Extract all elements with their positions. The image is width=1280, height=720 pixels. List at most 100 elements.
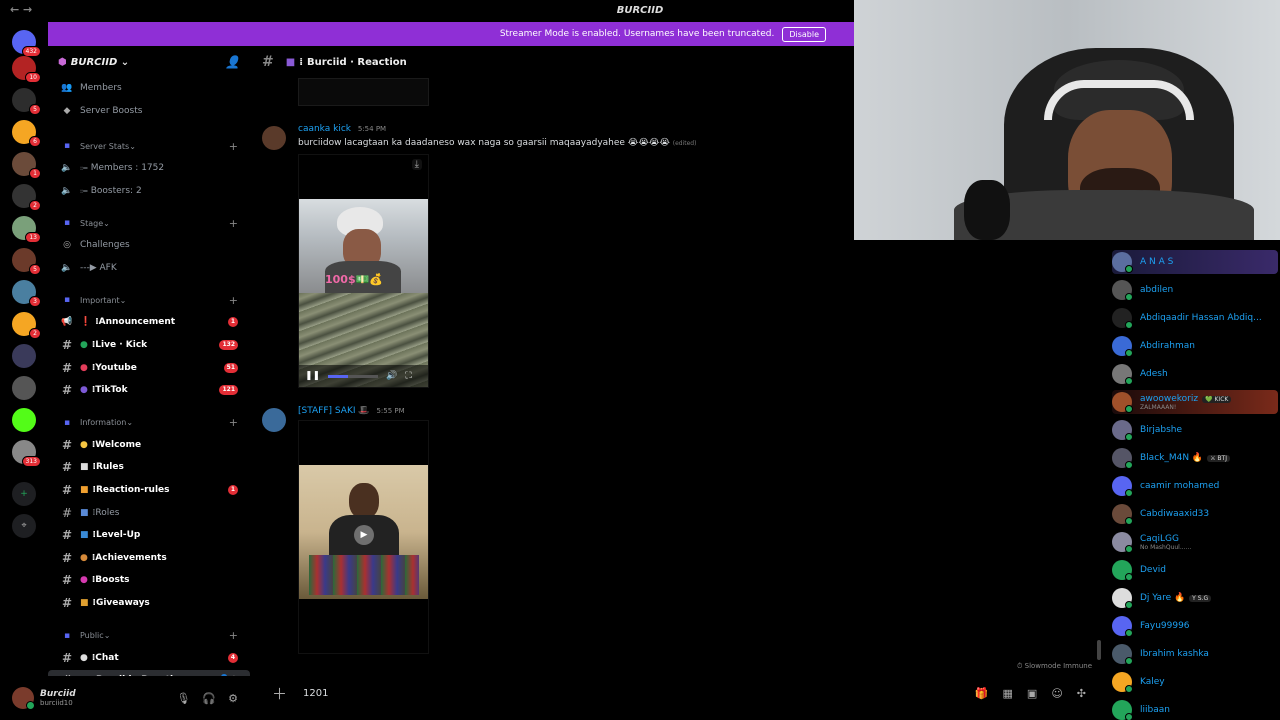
channel-chat[interactable]: # ● ⁞ Chat 4 [48,648,250,668]
category-stage[interactable]: ▪ Stage ⌄ + [48,213,250,233]
channel-youtube[interactable]: # ● ⁞ Youtube 51 [48,358,250,378]
member-item[interactable]: Fayu99996 [1112,614,1278,638]
server-name-header[interactable]: ⬢ BURCIID ⌄ 👤 [48,46,250,78]
server-icon-3[interactable]: 5 [12,88,41,115]
category-important[interactable]: ▪ Important ⌄ + [48,290,250,310]
channel-welcome[interactable]: # ● ⁞ Welcome [48,435,250,455]
channel-boosters-2[interactable]: 🔈 ⩴ Boosters: 2 [48,181,250,201]
channel-members-1752[interactable]: 🔈 ⩴ Members : 1752 [48,158,250,178]
channel-announcement[interactable]: 📢 ❗ ⁞ Announcement 1 [48,312,250,332]
member-item[interactable]: liibaan [1112,698,1278,720]
member-name: Black_M4N 🔥 [1140,453,1204,463]
emoji-icon[interactable]: ☺ [1051,687,1062,700]
channel-emoji-icon: ■ [80,462,89,473]
member-item[interactable]: abdilen [1112,278,1278,302]
disable-button[interactable]: Disable [782,26,826,42]
microphones [309,555,419,595]
member-item[interactable]: Abdiqaadir Hassan Abdiq... [1112,306,1278,330]
server-icon-8[interactable]: 5 [12,248,41,275]
add-server-icon[interactable]: + [12,482,36,506]
member-item[interactable]: caamir mohamed [1112,474,1278,498]
member-item[interactable]: Adesh [1112,362,1278,386]
sticker-icon[interactable]: ▣ [1027,687,1037,700]
server-icon-2[interactable]: 10 [12,56,41,83]
member-item[interactable]: awoowekoriz 💚 KICK ZALMAAAN! [1112,390,1278,414]
sidebar-item-members[interactable]: 👥 Members [48,78,250,98]
server-icon-7[interactable]: 13 [12,216,41,243]
category-public[interactable]: ▪ Public ⌄ + [48,626,250,646]
invite-icon[interactable]: 👤 [225,55,240,69]
category-label: Stage [80,218,104,228]
member-item[interactable]: Abdirahman [1112,334,1278,358]
server-icon-4[interactable]: 6 [12,120,41,147]
server-icon-14[interactable]: 313 [12,440,41,467]
play-icon[interactable]: ▶ [354,525,374,545]
channel-giveaways[interactable]: # ■ ⁞ Giveaways [48,593,250,613]
member-item[interactable]: Black_M4N 🔥 ⚔ BTJ [1112,446,1278,470]
channel-challenges[interactable]: ◎ Challenges [48,235,250,255]
channel-reaction-rules[interactable]: # ■ ⁞ Reaction-rules 1 [48,480,250,500]
fullscreen-icon[interactable]: ⛶ [405,371,411,381]
video-player[interactable]: ▶ [298,420,429,654]
server-icon-9[interactable]: 3 [12,280,41,307]
channel-afk[interactable]: 🔈 ---▶ AFK [48,258,250,278]
attach-icon[interactable]: ＋ [272,683,287,704]
chat-scrollbar[interactable] [1097,640,1101,660]
member-item[interactable]: Birjabshe [1112,418,1278,442]
gif-icon[interactable]: ▦ [1003,687,1013,700]
server-icon-12[interactable] [12,376,36,400]
channel-boosts[interactable]: # ● ⁞ Boosts [48,570,250,590]
video-player[interactable]: ⤓ 100$💵💰 ❚❚ 🔊 ⛶ [298,154,429,388]
add-channel-icon[interactable]: + [229,217,238,230]
channel-tiktok[interactable]: # ● ⁞ TikTok 121 [48,380,250,400]
microphone-icon[interactable]: 🎙 [176,692,190,705]
message-avatar[interactable] [262,408,286,432]
member-item[interactable]: Kaley [1112,670,1278,694]
explore-icon[interactable]: ⌖ [12,514,36,538]
video-progress[interactable] [328,374,379,378]
add-channel-icon[interactable]: + [229,629,238,642]
member-item[interactable]: CaqiLGG No MashQuul...... [1112,530,1278,554]
channel-level-up[interactable]: # ■ ⁞ Level-Up [48,525,250,545]
server-icon-6[interactable]: 2 [12,184,41,211]
add-channel-icon[interactable]: + [229,416,238,429]
member-name: liibaan [1140,705,1170,715]
channel-label: Roles [95,507,120,518]
hash-icon: # [262,54,274,70]
member-item[interactable]: Cabdiwaaxid33 [1112,502,1278,526]
server-icon-1[interactable]: 432 [12,30,41,57]
headphones-icon[interactable]: 🎧 [202,692,216,705]
channel-live-kick[interactable]: # ● ⁞ Live · Kick 132 [48,335,250,355]
server-badge-icon: ⬢ [58,56,67,68]
add-channel-icon[interactable]: + [229,140,238,153]
server-icon-13[interactable] [12,408,36,432]
channel-rules[interactable]: # ■ ⁞ Rules [48,457,250,477]
gift-icon[interactable]: 🎁 [975,687,989,700]
server-badge: 2 [29,200,41,211]
member-item[interactable]: Dj Yare 🔥 Y S.G [1112,586,1278,610]
message-composer[interactable]: ＋ 1201 🎁 ▦ ▣ ☺ ✣ [262,676,1096,710]
message-avatar[interactable] [262,126,286,150]
volume-icon[interactable]: 🔊 [386,371,397,381]
sidebar-item-server-boosts[interactable]: ◆ Server Boosts [48,101,250,121]
channel-roles[interactable]: # ■ ⁞ Roles [48,503,250,523]
nav-arrows[interactable]: ← → [10,3,32,16]
server-icon-11[interactable] [12,344,36,368]
download-icon[interactable]: ⤓ [411,159,422,170]
avatar[interactable] [12,687,35,710]
category-information[interactable]: ▪ Information ⌄ + [48,413,250,433]
member-item[interactable]: A N A S [1112,250,1278,274]
channel-achievements[interactable]: # ● ⁞ Achievements [48,548,250,568]
server-icon-5[interactable]: 1 [12,152,41,179]
apps-icon[interactable]: ✣ [1077,687,1086,700]
pause-icon[interactable]: ❚❚ [305,371,320,381]
member-item[interactable]: Ibrahim kashka [1112,642,1278,666]
category-server-stats[interactable]: ▪ Server Stats ⌄ + [48,136,250,156]
add-channel-icon[interactable]: + [229,294,238,307]
message-author[interactable]: [STAFF] SAKI 🎩 [298,406,370,416]
member-item[interactable]: Devid [1112,558,1278,582]
gear-icon[interactable]: ⚙ [228,692,238,705]
message-author[interactable]: caanka kick [298,124,351,134]
server-icon-10[interactable]: 2 [12,312,41,339]
composer-input[interactable]: 1201 [303,688,328,699]
